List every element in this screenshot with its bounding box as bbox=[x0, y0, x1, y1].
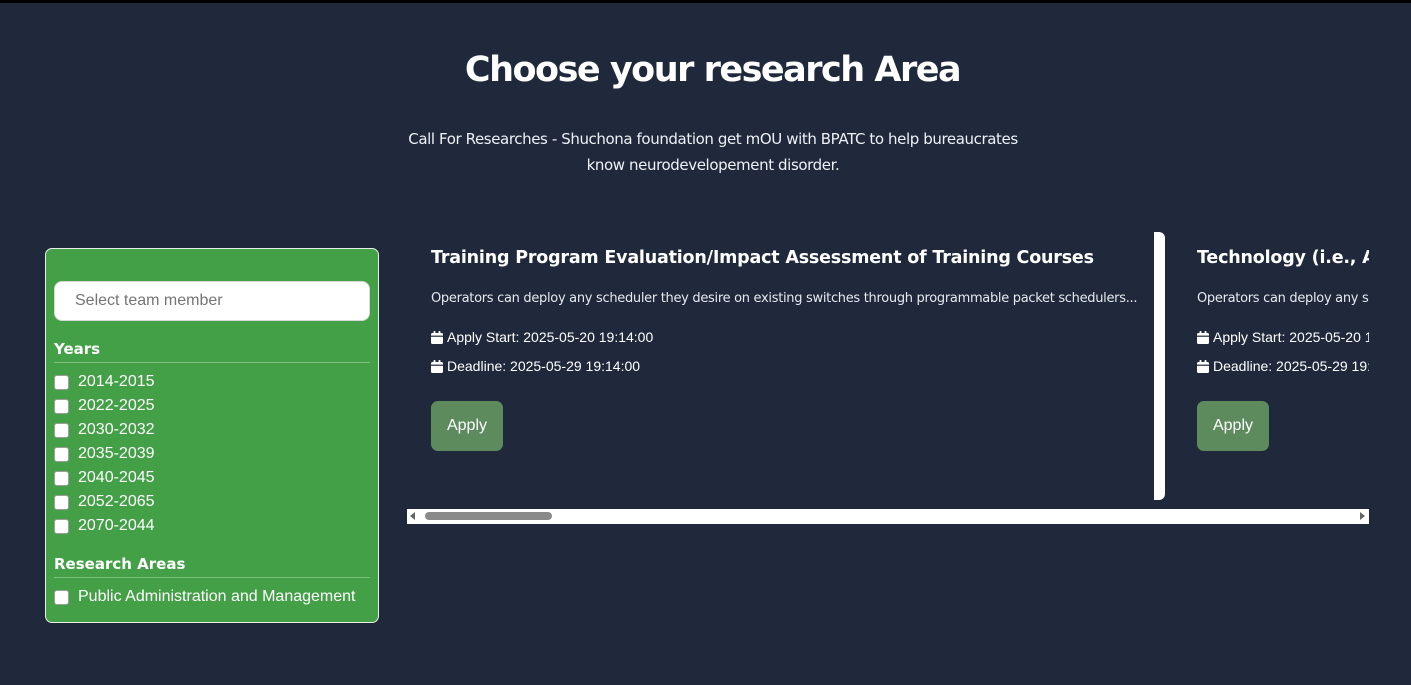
card-title: Technology (i.e., AI) bbox=[1197, 248, 1369, 268]
calendar-icon bbox=[1197, 330, 1209, 344]
research-areas-list: Public Administration and Management bbox=[54, 585, 370, 609]
page-description: Call For Researches - Shuchona foundatio… bbox=[408, 130, 1018, 174]
page-title: Choose your research Area bbox=[464, 50, 962, 90]
apply-button[interactable]: Apply bbox=[1197, 401, 1269, 451]
research-cards-scroller[interactable]: Training Program Evaluation/Impact Asses… bbox=[407, 232, 1369, 524]
year-option[interactable]: 2052-2065 bbox=[54, 490, 370, 514]
research-areas-section-title: Research Areas bbox=[54, 555, 370, 578]
research-area-label: Public Administration and Management bbox=[78, 588, 356, 605]
deadline-text: Deadline: 2025-05-29 19:14:00 bbox=[1213, 358, 1369, 374]
research-card: Technology (i.e., AI) Operators can depl… bbox=[1173, 232, 1369, 502]
card-description: Operators can deploy any scheduler they … bbox=[431, 291, 1138, 306]
year-option[interactable]: 2022-2025 bbox=[54, 394, 370, 418]
year-label: 2030-2032 bbox=[78, 421, 155, 438]
checkbox[interactable] bbox=[54, 422, 69, 438]
apply-start-text: Apply Start: 2025-05-20 19:14:00 bbox=[447, 329, 654, 345]
checkbox[interactable] bbox=[54, 398, 69, 414]
year-label: 2040-2045 bbox=[78, 469, 155, 486]
year-option[interactable]: 2014-2015 bbox=[54, 370, 370, 394]
calendar-icon bbox=[1197, 359, 1209, 373]
year-label: 2052-2065 bbox=[78, 493, 155, 510]
year-label: 2070-2044 bbox=[78, 517, 155, 534]
card-description: Operators can deploy any scheduler they … bbox=[1197, 291, 1369, 306]
filter-sidebar: Years 2014-2015 2022-2025 2030-2032 2035… bbox=[45, 248, 379, 623]
research-area-option[interactable]: Public Administration and Management bbox=[54, 585, 370, 609]
research-card: Training Program Evaluation/Impact Asses… bbox=[407, 232, 1165, 502]
deadline-text: Deadline: 2025-05-29 19:14:00 bbox=[447, 358, 641, 374]
years-list: 2014-2015 2022-2025 2030-2032 2035-2039 … bbox=[54, 370, 370, 538]
year-option[interactable]: 2070-2044 bbox=[54, 514, 370, 538]
deadline-row: Deadline: 2025-05-29 19:14:00 bbox=[431, 358, 640, 374]
card-divider bbox=[1154, 232, 1165, 500]
scrollbar-thumb[interactable] bbox=[425, 512, 552, 520]
year-label: 2014-2015 bbox=[78, 373, 155, 390]
apply-start-row: Apply Start: 2025-05-20 19:14:00 bbox=[1197, 329, 1369, 345]
deadline-row: Deadline: 2025-05-29 19:14:00 bbox=[1197, 358, 1369, 374]
scroll-left-arrow-icon[interactable] bbox=[410, 512, 415, 520]
cards-track: Training Program Evaluation/Impact Asses… bbox=[407, 232, 1369, 502]
calendar-icon bbox=[431, 359, 443, 373]
apply-start-text: Apply Start: 2025-05-20 19:14:00 bbox=[1213, 329, 1369, 345]
year-option[interactable]: 2040-2045 bbox=[54, 466, 370, 490]
apply-start-row: Apply Start: 2025-05-20 19:14:00 bbox=[431, 329, 653, 345]
apply-button[interactable]: Apply bbox=[431, 401, 503, 451]
checkbox[interactable] bbox=[54, 470, 69, 486]
year-option[interactable]: 2030-2032 bbox=[54, 418, 370, 442]
checkbox[interactable] bbox=[54, 518, 69, 534]
card-title: Training Program Evaluation/Impact Asses… bbox=[431, 248, 1094, 268]
checkbox[interactable] bbox=[54, 374, 69, 390]
team-member-search-input[interactable] bbox=[54, 281, 370, 321]
calendar-icon bbox=[431, 330, 443, 344]
scroll-right-arrow-icon[interactable] bbox=[1360, 512, 1365, 520]
checkbox[interactable] bbox=[54, 589, 69, 605]
checkbox[interactable] bbox=[54, 494, 69, 510]
top-border bbox=[0, 0, 1411, 3]
checkbox[interactable] bbox=[54, 446, 69, 462]
horizontal-scrollbar[interactable] bbox=[407, 509, 1369, 524]
year-label: 2035-2039 bbox=[78, 445, 155, 462]
year-option[interactable]: 2035-2039 bbox=[54, 442, 370, 466]
years-section-title: Years bbox=[54, 340, 370, 363]
year-label: 2022-2025 bbox=[78, 397, 155, 414]
